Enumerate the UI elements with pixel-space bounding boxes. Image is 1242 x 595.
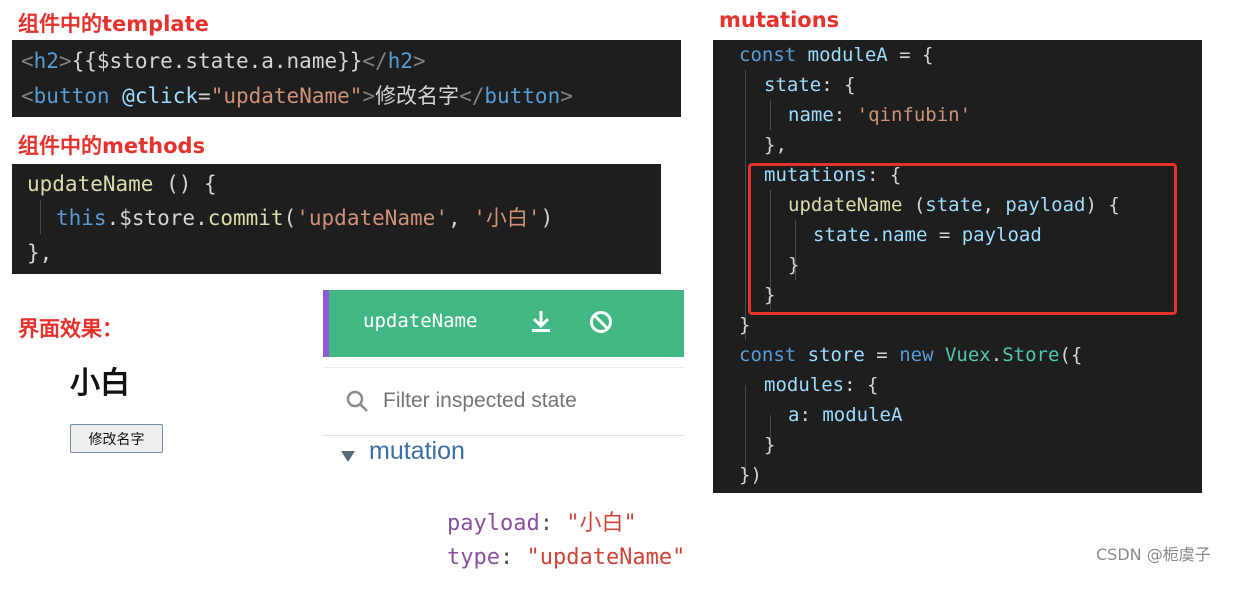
methods-code-block: updateName () { this.$store.commit('upda… — [12, 164, 661, 274]
block-icon[interactable] — [589, 310, 613, 334]
mutation-section-title[interactable]: mutation — [369, 437, 465, 466]
watermark: CSDN @栀虞子 — [1096, 545, 1211, 564]
preview-heading: 小白 — [70, 366, 130, 401]
mutations-heading: mutations — [719, 8, 840, 32]
mut-line-2: state: { — [764, 74, 856, 96]
indent-guide — [40, 200, 41, 234]
mutations-highlight-box — [748, 163, 1177, 315]
template-line-2: <button @click="updateName">修改名字</button… — [21, 84, 573, 108]
template-heading: 组件中的template — [18, 12, 209, 36]
mut-line-14: } — [764, 434, 776, 456]
mut-line-10: } — [739, 314, 751, 336]
template-code-block: <h2>{{$store.state.a.name}}</h2> <button… — [12, 40, 681, 117]
mut-line-3: name: 'qinfubin' — [788, 104, 972, 126]
methods-line-3: }, — [27, 241, 53, 265]
methods-line-1: updateName () { — [27, 172, 217, 196]
mutation-section: mutation payload: "小白" type: "updateName… — [323, 434, 685, 570]
mut-line-13: a: moduleA — [788, 404, 903, 426]
mutation-name: updateName — [363, 310, 478, 332]
mutation-header-bar[interactable]: updateName — [323, 290, 684, 357]
mut-line-4: }, — [764, 134, 787, 156]
methods-heading: 组件中的methods — [18, 134, 206, 158]
mut-line-12: modules: { — [764, 374, 879, 396]
download-icon[interactable] — [530, 310, 552, 334]
rename-button[interactable]: 修改名字 — [70, 424, 163, 453]
indent-guide — [770, 100, 771, 130]
filter-bar[interactable] — [323, 367, 684, 436]
type-row: type: "updateName" — [446, 545, 686, 570]
result-heading: 界面效果： — [18, 317, 123, 341]
template-line-1: <h2>{{$store.state.a.name}}</h2> — [21, 49, 426, 73]
mut-line-1: const moduleA = { — [739, 44, 934, 66]
methods-line-2: this.$store.commit('updateName', '小白') — [56, 206, 554, 230]
search-icon — [345, 389, 369, 413]
mut-line-15: }) — [739, 464, 762, 486]
filter-input[interactable] — [381, 383, 675, 419]
mutations-code-block: const moduleA = { state: { name: 'qinfub… — [713, 40, 1202, 493]
indent-guide — [745, 70, 746, 340]
mut-line-11: const store = new Vuex.Store({ — [739, 344, 1083, 366]
triangle-down-icon[interactable] — [340, 449, 356, 463]
active-indicator — [323, 290, 329, 357]
